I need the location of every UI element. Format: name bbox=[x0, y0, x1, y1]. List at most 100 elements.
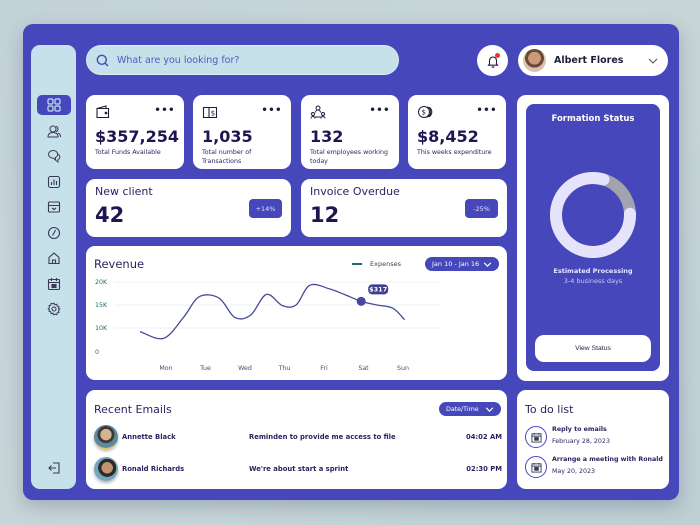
stat-label: Total employees working today bbox=[310, 149, 389, 165]
sidebar-item-reports[interactable] bbox=[37, 172, 71, 192]
kpi-title: New client bbox=[95, 185, 153, 198]
stat-label: This weeks expenditure bbox=[417, 149, 492, 156]
kpi-value: 12 bbox=[310, 203, 340, 227]
kpi-value: 42 bbox=[95, 203, 125, 227]
stat-label: Total number of Transactions bbox=[202, 149, 252, 165]
revenue-chart: 0 10K 15K 20K Mon Tue Wed Thu Fri Sat Sun $317 bbox=[95, 279, 441, 372]
user-name: Albert Flores bbox=[554, 55, 624, 66]
kpi-title: Invoice Overdue bbox=[310, 185, 400, 198]
stat-value: 132 bbox=[310, 127, 344, 146]
email-sender: Annette Black bbox=[122, 433, 176, 441]
email-row[interactable]: Annette Black Reminden to provide me acc… bbox=[94, 425, 502, 449]
x-tick-label: Mon bbox=[159, 365, 172, 372]
todo-title: To do list bbox=[525, 403, 574, 416]
home-icon bbox=[48, 252, 60, 265]
x-tick-label: Sat bbox=[358, 365, 369, 372]
revenue-card: Revenue Expenses Jan 10 - Jan 16 0 10K 15K… bbox=[86, 246, 507, 380]
chevron-down-icon[interactable] bbox=[648, 58, 658, 64]
todo-item[interactable]: Reply to emails February 28, 2023 bbox=[525, 425, 665, 449]
email-subject: We're about start a sprint bbox=[249, 465, 349, 473]
todo-item-date: February 28, 2023 bbox=[552, 438, 610, 445]
clock-icon bbox=[47, 226, 61, 240]
gear-icon bbox=[47, 302, 61, 316]
calendar-icon bbox=[525, 426, 547, 448]
coins-icon: $ bbox=[418, 106, 433, 118]
y-tick-label: 15K bbox=[95, 302, 108, 309]
tooltip-label: $317 bbox=[369, 286, 387, 294]
avatar bbox=[94, 425, 118, 449]
email-sender: Ronald Richards bbox=[122, 465, 185, 473]
calendar-icon bbox=[525, 456, 547, 478]
user-menu[interactable]: Albert Flores bbox=[518, 45, 668, 76]
svg-text:$: $ bbox=[211, 110, 215, 118]
stat-value: 1,035 bbox=[202, 127, 253, 146]
todo-item-title: Reply to emails bbox=[552, 426, 607, 433]
x-tick-label: Thu bbox=[278, 365, 291, 372]
more-options-icon[interactable]: ••• bbox=[154, 105, 175, 116]
sidebar-item-inbox[interactable] bbox=[37, 197, 71, 217]
chat-icon bbox=[48, 149, 61, 163]
search-bar[interactable] bbox=[86, 45, 399, 75]
formation-panel: Formation Status Estimated Processing 3-… bbox=[526, 104, 660, 371]
notifications-button[interactable] bbox=[477, 45, 508, 76]
sidebar-item-calendar[interactable] bbox=[37, 274, 71, 294]
sidebar-item-home[interactable] bbox=[37, 248, 71, 268]
email-subject: Reminden to provide me access to file bbox=[249, 433, 396, 441]
email-row[interactable]: Ronald Richards We're about start a spri… bbox=[94, 457, 502, 481]
y-tick-label: 20K bbox=[95, 279, 108, 286]
email-time: 04:02 AM bbox=[465, 433, 502, 441]
sidebar-item-users[interactable] bbox=[37, 121, 71, 141]
x-tick-label: Tue bbox=[199, 365, 211, 372]
search-input[interactable] bbox=[117, 54, 377, 66]
users-icon bbox=[47, 125, 61, 138]
todo-item-title: Arrange a meeting with Ronald bbox=[552, 456, 663, 463]
stat-card-employees: ••• 132 Total employees working today bbox=[301, 95, 399, 169]
estimate-label: Estimated Processing bbox=[553, 267, 633, 275]
logout-button[interactable] bbox=[37, 458, 71, 478]
wallet-icon bbox=[96, 105, 110, 119]
email-time: 02:30 PM bbox=[466, 465, 502, 473]
progress-ring bbox=[550, 172, 636, 258]
calendar-icon bbox=[47, 278, 61, 291]
svg-text:$: $ bbox=[422, 109, 426, 117]
more-options-icon[interactable]: ••• bbox=[476, 105, 497, 116]
stat-card-funds: ••• $357,254 Total Funds Available bbox=[86, 95, 184, 169]
change-badge: +14% bbox=[249, 199, 282, 218]
view-status-button[interactable]: View Status bbox=[535, 335, 651, 362]
logout-icon bbox=[48, 462, 60, 474]
stat-value: $357,254 bbox=[95, 127, 180, 146]
change-badge: -25% bbox=[465, 199, 498, 218]
sidebar-item-dashboard[interactable] bbox=[37, 95, 71, 115]
avatar bbox=[523, 49, 546, 72]
search-icon bbox=[96, 54, 109, 66]
x-tick-label: Wed bbox=[238, 365, 252, 372]
stat-value: $8,452 bbox=[417, 127, 479, 146]
stat-label: Total Funds Available bbox=[95, 149, 161, 156]
more-options-icon[interactable]: ••• bbox=[369, 105, 390, 116]
avatar bbox=[94, 457, 118, 481]
sort-dropdown[interactable]: Date/Time bbox=[439, 402, 501, 416]
kpi-card-new-client: New client 42 +14% bbox=[86, 179, 291, 237]
more-options-icon[interactable]: ••• bbox=[261, 105, 282, 116]
emails-title: Recent Emails bbox=[94, 403, 172, 416]
sidebar-item-settings[interactable] bbox=[37, 299, 71, 319]
ledger-icon: $ bbox=[202, 106, 218, 119]
todo-item[interactable]: Arrange a meeting with Ronald May 20, 20… bbox=[525, 455, 665, 479]
x-tick-label: Fri bbox=[320, 365, 328, 372]
x-tick-label: Sun bbox=[397, 365, 409, 372]
highlight-point bbox=[356, 296, 366, 306]
todo-card: To do list Reply to emails February 28, … bbox=[517, 390, 669, 489]
notification-dot bbox=[495, 53, 500, 58]
chevron-down-icon bbox=[485, 406, 494, 412]
y-tick-label: 10K bbox=[95, 325, 108, 332]
inbox-icon bbox=[47, 201, 61, 213]
recent-emails-card: Recent Emails Date/Time Annette Black Re… bbox=[86, 390, 507, 489]
formation-title: Formation Status bbox=[551, 114, 635, 124]
bar-chart-icon bbox=[47, 175, 61, 189]
sidebar bbox=[31, 45, 76, 489]
sidebar-item-history[interactable] bbox=[37, 223, 71, 243]
estimate-value: 3-4 business days bbox=[563, 277, 623, 285]
employees-icon bbox=[310, 105, 326, 119]
sidebar-item-messages[interactable] bbox=[37, 146, 71, 166]
grid-icon bbox=[47, 98, 61, 112]
